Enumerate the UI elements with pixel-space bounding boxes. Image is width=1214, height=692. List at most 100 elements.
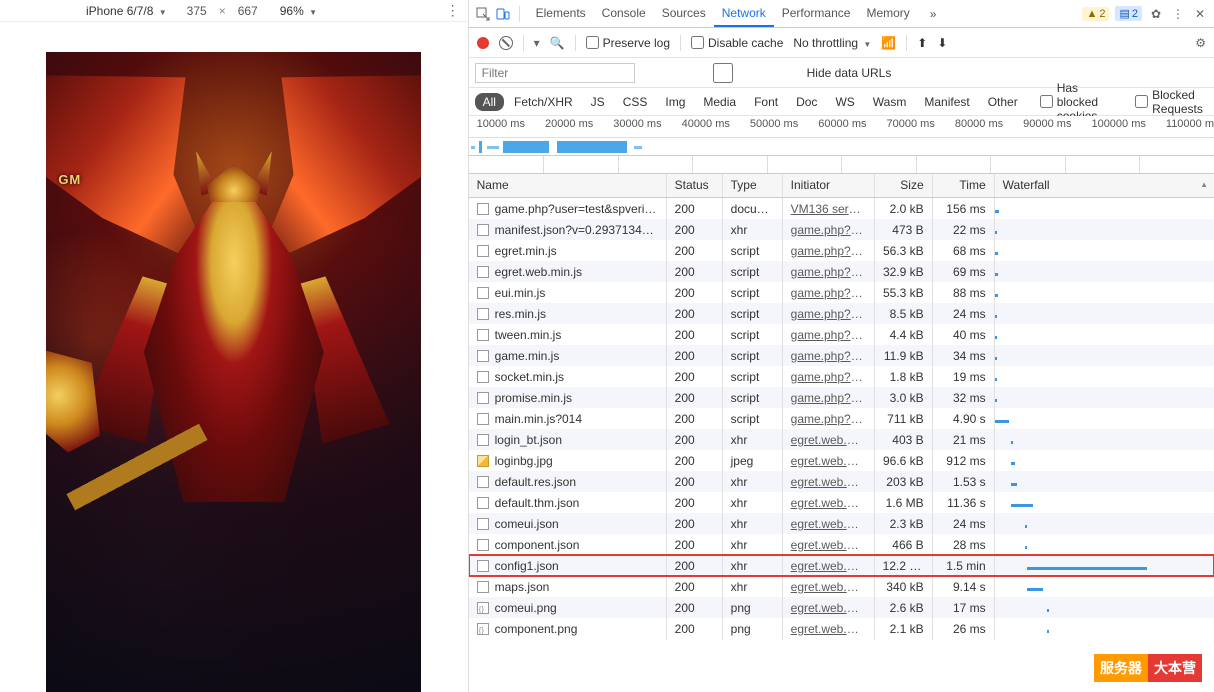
file-icon (477, 539, 489, 551)
table-row[interactable]: game.min.js200scriptgame.php?use...11.9 … (469, 345, 1214, 366)
table-row[interactable]: default.res.json200xhregret.web.min...20… (469, 471, 1214, 492)
tab-sources[interactable]: Sources (654, 0, 714, 27)
table-row[interactable]: socket.min.js200scriptgame.php?use...1.8… (469, 366, 1214, 387)
disable-cache-checkbox[interactable]: Disable cache (691, 36, 783, 50)
filter-toggle-icon[interactable]: ▾ (534, 36, 540, 50)
table-row[interactable]: maps.json200xhregret.web.min...340 kB9.1… (469, 576, 1214, 597)
waterfall-bar (995, 336, 997, 339)
type-filter-img[interactable]: Img (657, 93, 693, 111)
col-name[interactable]: Name (469, 174, 667, 197)
times-icon: × (213, 4, 232, 18)
table-row[interactable]: eui.min.js200scriptgame.php?use...55.3 k… (469, 282, 1214, 303)
tab-elements[interactable]: Elements (528, 0, 594, 27)
height-input[interactable]: 667 (232, 4, 264, 18)
table-row[interactable]: login_bt.json200xhregret.web.min...403 B… (469, 429, 1214, 450)
game-screenshot: GM (46, 52, 421, 692)
close-icon[interactable]: ✕ (1192, 6, 1208, 22)
type-filter-media[interactable]: Media (695, 93, 744, 111)
file-icon (477, 371, 489, 383)
export-har-icon[interactable]: ⬇ (937, 36, 947, 50)
network-timeline-overview[interactable]: 10000 ms20000 ms30000 ms40000 ms50000 ms… (469, 116, 1214, 156)
record-button[interactable] (477, 37, 489, 49)
col-type[interactable]: Type (723, 174, 783, 197)
preserve-log-checkbox[interactable]: Preserve log (586, 36, 670, 50)
file-icon (477, 476, 489, 488)
file-icon (477, 224, 489, 236)
col-size[interactable]: Size (875, 174, 933, 197)
network-timeline-ruler[interactable] (469, 156, 1214, 174)
col-initiator[interactable]: Initiator (783, 174, 875, 197)
tab-network[interactable]: Network (714, 0, 774, 27)
message-icon: ▤ (1119, 7, 1129, 20)
table-row[interactable]: config1.json200xhregret.web.min...12.2 M… (469, 555, 1214, 576)
table-row[interactable]: egret.min.js200scriptgame.php?use...56.3… (469, 240, 1214, 261)
waterfall-bar (995, 420, 1009, 423)
clear-button[interactable] (499, 36, 513, 50)
file-icon (477, 350, 489, 362)
waterfall-bar (1047, 630, 1049, 633)
col-waterfall[interactable]: Waterfall (995, 174, 1214, 197)
table-row[interactable]: manifest.json?v=0.293713470...200xhrgame… (469, 219, 1214, 240)
col-status[interactable]: Status (667, 174, 723, 197)
filter-input[interactable] (475, 63, 635, 83)
table-row[interactable]: game.php?user=test&spverif...200docum...… (469, 198, 1214, 219)
dimensions: 375 × 667 (181, 4, 264, 18)
inspect-icon[interactable] (475, 6, 491, 22)
table-row[interactable]: promise.min.js200scriptgame.php?use...3.… (469, 387, 1214, 408)
timeline-tick: 40000 ms (682, 118, 730, 130)
zoom-value: 96% (280, 4, 304, 18)
phone-frame[interactable]: GM (46, 52, 421, 692)
file-icon (477, 245, 489, 257)
type-filter-wasm[interactable]: Wasm (865, 93, 915, 111)
tab-console[interactable]: Console (594, 0, 654, 27)
import-har-icon[interactable]: ⬆ (917, 36, 927, 50)
table-row[interactable]: comeui.json200xhregret.web.min...2.3 kB2… (469, 513, 1214, 534)
table-row[interactable]: default.thm.json200xhregret.web.min...1.… (469, 492, 1214, 513)
type-filter-all[interactable]: All (475, 93, 504, 111)
devtools-panel: ElementsConsoleSourcesNetworkPerformance… (469, 0, 1214, 692)
waterfall-bar (1027, 567, 1147, 570)
waterfall-bar (1011, 504, 1033, 507)
table-row[interactable]: main.min.js?014200scriptgame.php?use...7… (469, 408, 1214, 429)
table-row[interactable]: loginbg.jpg200jpegegret.web.min...96.6 k… (469, 450, 1214, 471)
warning-icon: ▲ (1086, 8, 1097, 20)
timeline-tick: 80000 ms (955, 118, 1003, 130)
hide-data-urls-checkbox[interactable]: Hide data URLs (643, 63, 892, 83)
tabs-overflow[interactable]: » (922, 1, 945, 27)
table-row[interactable]: component.json200xhregret.web.min...466 … (469, 534, 1214, 555)
table-row[interactable]: res.min.js200scriptgame.php?use...8.5 kB… (469, 303, 1214, 324)
messages-badge[interactable]: ▤2 (1115, 6, 1142, 21)
col-time[interactable]: Time (933, 174, 995, 197)
gear-icon[interactable]: ⚙ (1195, 36, 1206, 50)
type-filter-ws[interactable]: WS (827, 93, 862, 111)
zoom-selector[interactable]: 96% ▼ (280, 4, 317, 18)
file-icon (477, 308, 489, 320)
type-filter-manifest[interactable]: Manifest (916, 93, 977, 111)
type-filter-other[interactable]: Other (980, 93, 1026, 111)
type-filter-doc[interactable]: Doc (788, 93, 825, 111)
device-mode-icon[interactable] (495, 6, 511, 22)
chevron-down-icon: ▼ (863, 40, 871, 49)
width-input[interactable]: 375 (181, 4, 213, 18)
warnings-badge[interactable]: ▲2 (1082, 7, 1109, 21)
kebab-menu-icon[interactable]: ⋮ (1170, 6, 1186, 22)
device-name: iPhone 6/7/8 (86, 4, 153, 18)
type-filter-css[interactable]: CSS (615, 93, 656, 111)
throttling-selector[interactable]: No throttling ▼ (793, 36, 871, 50)
tab-performance[interactable]: Performance (774, 0, 859, 27)
kebab-menu-icon[interactable]: ⋮ (446, 2, 460, 19)
table-row[interactable]: egret.web.min.js200scriptgame.php?use...… (469, 261, 1214, 282)
tab-memory[interactable]: Memory (858, 0, 917, 27)
type-filter-js[interactable]: JS (583, 93, 613, 111)
table-row[interactable]: tween.min.js200scriptgame.php?use...4.4 … (469, 324, 1214, 345)
blocked-requests-checkbox[interactable]: Blocked Requests (1135, 88, 1208, 116)
table-row[interactable]: component.png200pngegret.web.min...2.1 k… (469, 618, 1214, 639)
type-filter-font[interactable]: Font (746, 93, 786, 111)
table-row[interactable]: comeui.png200pngegret.web.min...2.6 kB17… (469, 597, 1214, 618)
device-selector[interactable]: iPhone 6/7/8 ▼ (80, 4, 173, 18)
search-icon[interactable]: 🔍 (550, 36, 565, 50)
type-filter-fetchxhr[interactable]: Fetch/XHR (506, 93, 581, 111)
network-conditions-icon[interactable]: 📶 (881, 36, 896, 50)
gear-icon[interactable]: ✿ (1148, 6, 1164, 22)
watermark: 服务器 大本营 (1094, 654, 1202, 682)
